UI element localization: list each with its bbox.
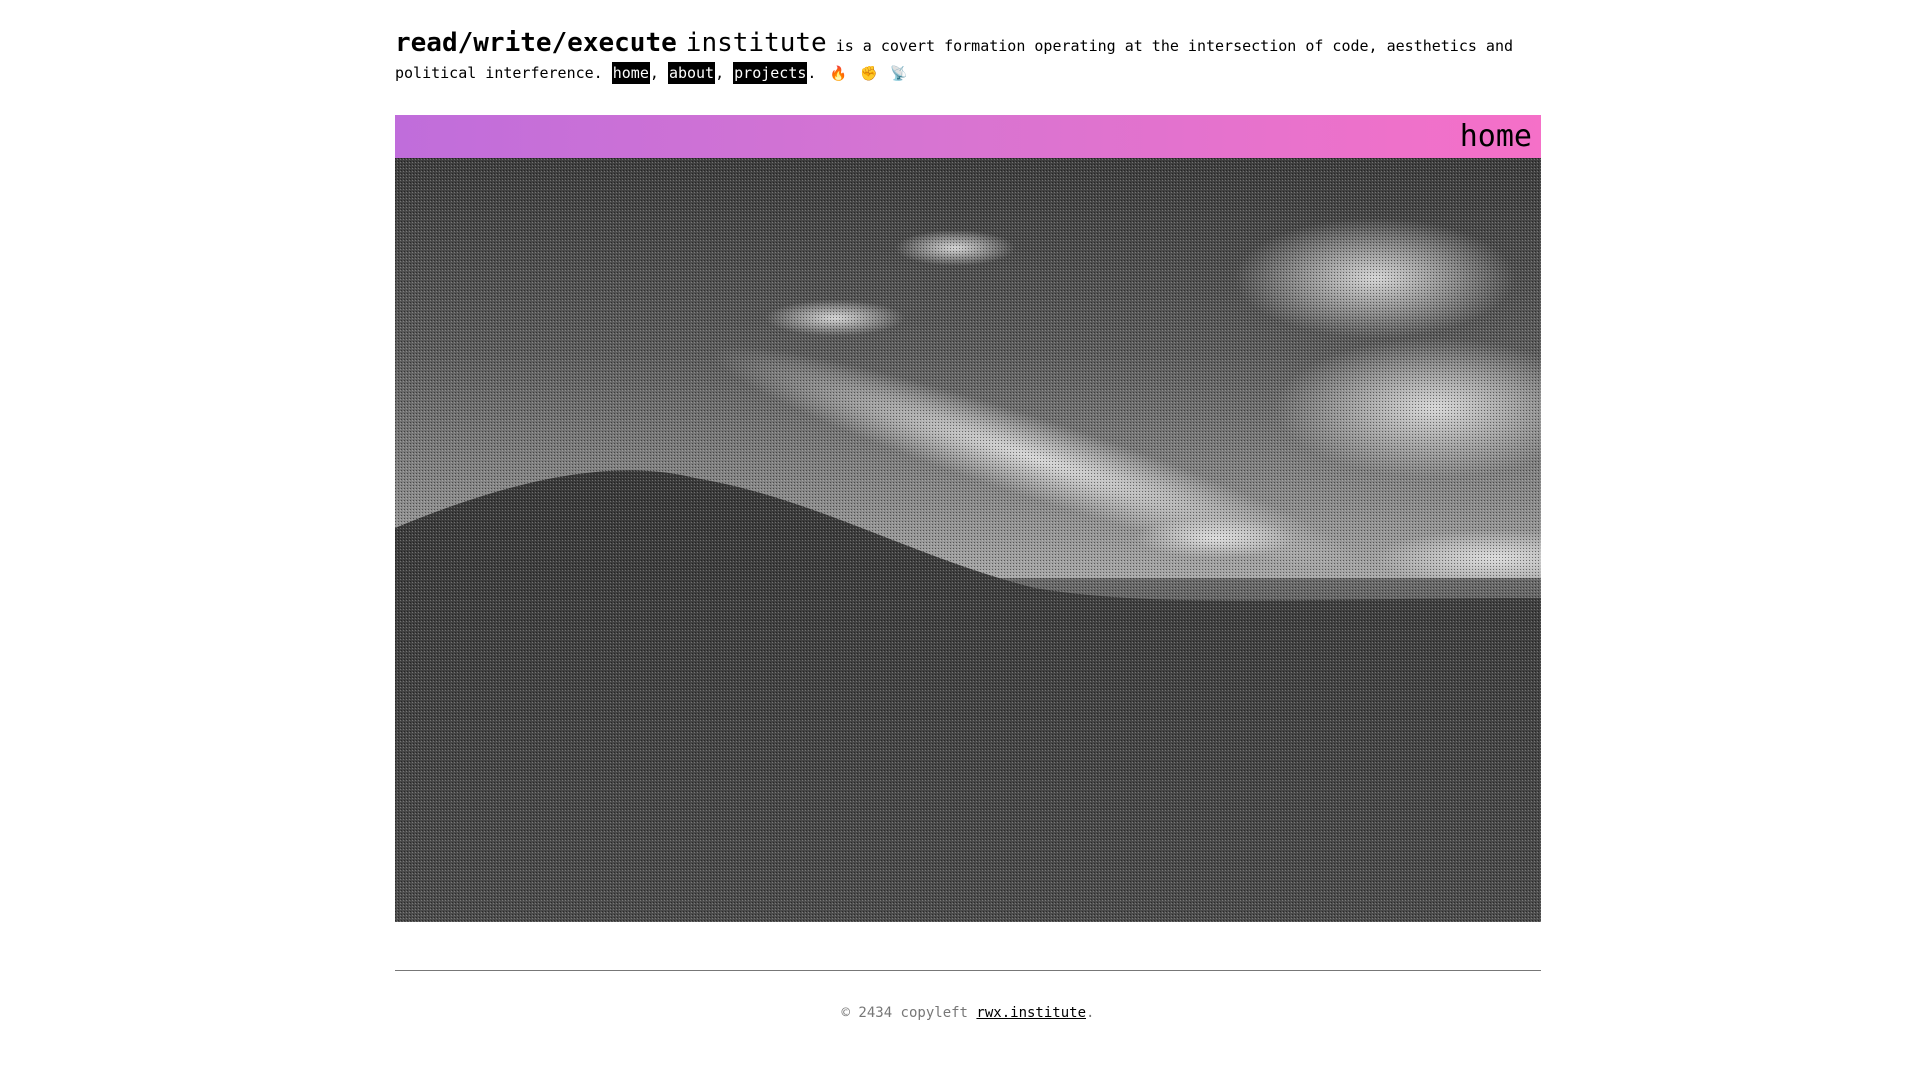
nav-separator: , [649,64,659,82]
footer: © 2434 copyleft rwx.institute. [395,1005,1541,1021]
brand-name-bold: read/write/execute [395,28,677,58]
footer-end: . [1086,1005,1095,1021]
satellite-antenna-icon: 📡 [890,66,908,82]
footer-divider [395,970,1541,971]
brand-name-light: institute [685,28,827,58]
page-container: read/write/execute institute is a covert… [395,30,1541,1021]
intro-paragraph: read/write/execute institute is a covert… [395,30,1541,88]
footer-site-link[interactable]: rwx.institute [976,1005,1086,1021]
page-title: home [1459,119,1532,154]
copyright-text: © 2434 copyleft [841,1005,968,1021]
page-banner: home [395,115,1541,158]
nav-separator: , [715,64,725,82]
fire-icon: 🔥 [829,66,847,82]
nav-end: . [807,64,817,82]
nav-link-about[interactable]: about [667,62,716,84]
nav-link-home[interactable]: home [611,62,650,84]
raised-fist-icon: ✊ [859,66,878,82]
nav-link-projects[interactable]: projects [733,62,808,84]
hero-landscape-image [395,158,1541,922]
